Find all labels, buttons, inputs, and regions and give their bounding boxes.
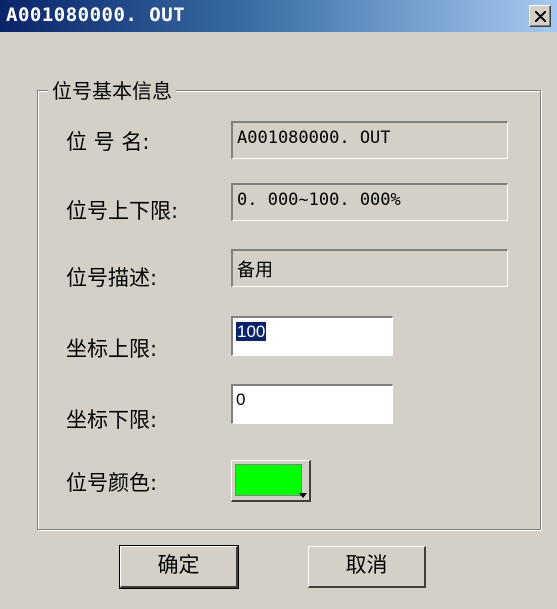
tag-range-field: 0. 000~100. 000%: [231, 183, 508, 221]
tag-color-button[interactable]: [231, 460, 311, 502]
close-button[interactable]: [529, 5, 551, 27]
coord-upper-label: 坐标上限:: [66, 337, 158, 361]
group-title: 位号基本信息: [48, 75, 176, 104]
coord-upper-input[interactable]: 100: [231, 316, 393, 356]
coord-upper-value: 100: [236, 322, 267, 341]
dropdown-arrow-icon: [299, 493, 307, 498]
coord-lower-input[interactable]: 0: [231, 384, 393, 424]
tag-name-field: A001080000. OUT: [231, 121, 508, 159]
ok-button[interactable]: 确定: [119, 545, 239, 589]
title-bar: A001080000. OUT: [0, 0, 557, 32]
coord-lower-label: 坐标下限:: [66, 408, 158, 432]
coord-lower-value: 0: [236, 390, 246, 409]
tag-range-label: 位号上下限:: [66, 199, 179, 223]
tag-color-label: 位号颜色:: [66, 471, 158, 495]
cancel-button[interactable]: 取消: [308, 546, 426, 588]
tag-name-label: 位 号 名:: [66, 130, 150, 154]
color-swatch: [235, 464, 302, 496]
tag-desc-label: 位号描述:: [66, 266, 158, 290]
window-title: A001080000. OUT: [6, 4, 186, 26]
tag-desc-field: 备用: [231, 249, 508, 287]
close-icon: [535, 11, 546, 22]
